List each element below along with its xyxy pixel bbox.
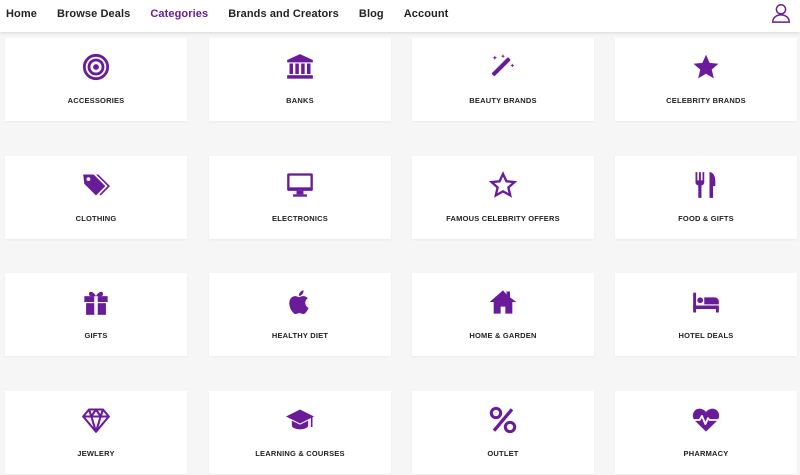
category-card-gifts[interactable]: GIFTS xyxy=(5,273,187,356)
category-label: BANKS xyxy=(286,96,314,105)
category-label: BEAUTY BRANDS xyxy=(469,96,537,105)
star-outline-icon xyxy=(489,171,517,199)
tags-icon xyxy=(82,171,110,199)
star-solid-icon xyxy=(692,53,720,81)
magic-wand-icon xyxy=(489,53,517,81)
category-label: CELEBRITY BRANDS xyxy=(666,96,746,105)
category-label: JEWLERY xyxy=(77,449,115,458)
category-label: PHARMACY xyxy=(683,449,729,458)
category-label: ACCESSORIES xyxy=(67,96,125,105)
category-label: CLOTHING xyxy=(75,214,117,223)
category-card-banks[interactable]: BANKS xyxy=(209,38,391,121)
category-label: HEALTHY DIET xyxy=(271,331,329,340)
category-label: GIFTS xyxy=(84,331,108,340)
utensils-icon xyxy=(692,171,720,199)
bank-icon xyxy=(286,53,314,81)
house-icon xyxy=(489,288,517,316)
category-label: LEARNING & COURSES xyxy=(255,449,345,458)
category-card-electronics[interactable]: ELECTRONICS xyxy=(209,156,391,239)
category-card-food-and-gifts[interactable]: FOOD & GIFTS xyxy=(615,156,797,239)
category-card-hotel-deals[interactable]: HOTEL DEALS xyxy=(615,273,797,356)
category-card-pharmacy[interactable]: PHARMACY xyxy=(615,391,797,474)
category-card-healthy-diet[interactable]: HEALTHY DIET xyxy=(209,273,391,356)
category-label: FOOD & GIFTS xyxy=(678,214,734,223)
category-label: FAMOUS CELEBRITY OFFERS xyxy=(446,214,560,223)
category-card-jewlery[interactable]: JEWLERY xyxy=(5,391,187,474)
category-card-celebrity-brands[interactable]: CELEBRITY BRANDS xyxy=(615,38,797,121)
gift-icon xyxy=(82,288,110,316)
category-card-accessories[interactable]: ACCESSORIES xyxy=(5,38,187,121)
category-label: HOME & GARDEN xyxy=(469,331,537,340)
percent-icon xyxy=(489,406,517,434)
category-card-outlet[interactable]: OUTLET xyxy=(412,391,594,474)
category-label: OUTLET xyxy=(487,449,519,458)
category-label: HOTEL DEALS xyxy=(678,331,734,340)
bed-icon xyxy=(692,288,720,316)
target-icon xyxy=(82,53,110,81)
category-card-clothing[interactable]: CLOTHING xyxy=(5,156,187,239)
category-card-home-and-garden[interactable]: HOME & GARDEN xyxy=(412,273,594,356)
category-label: ELECTRONICS xyxy=(272,214,328,223)
category-card-learning-and-courses[interactable]: LEARNING & COURSES xyxy=(209,391,391,474)
apple-icon xyxy=(286,288,314,316)
category-card-beauty-brands[interactable]: BEAUTY BRANDS xyxy=(412,38,594,121)
graduation-cap-icon xyxy=(286,406,314,434)
heart-pulse-icon xyxy=(692,406,720,434)
diamond-icon xyxy=(82,406,110,434)
category-grid: ACCESSORIES BANKS BEAUTY BRANDS CELEBRITY B… xyxy=(0,0,800,475)
category-card-famous-celebrity-offers[interactable]: FAMOUS CELEBRITY OFFERS xyxy=(412,156,594,239)
desktop-icon xyxy=(286,171,314,199)
